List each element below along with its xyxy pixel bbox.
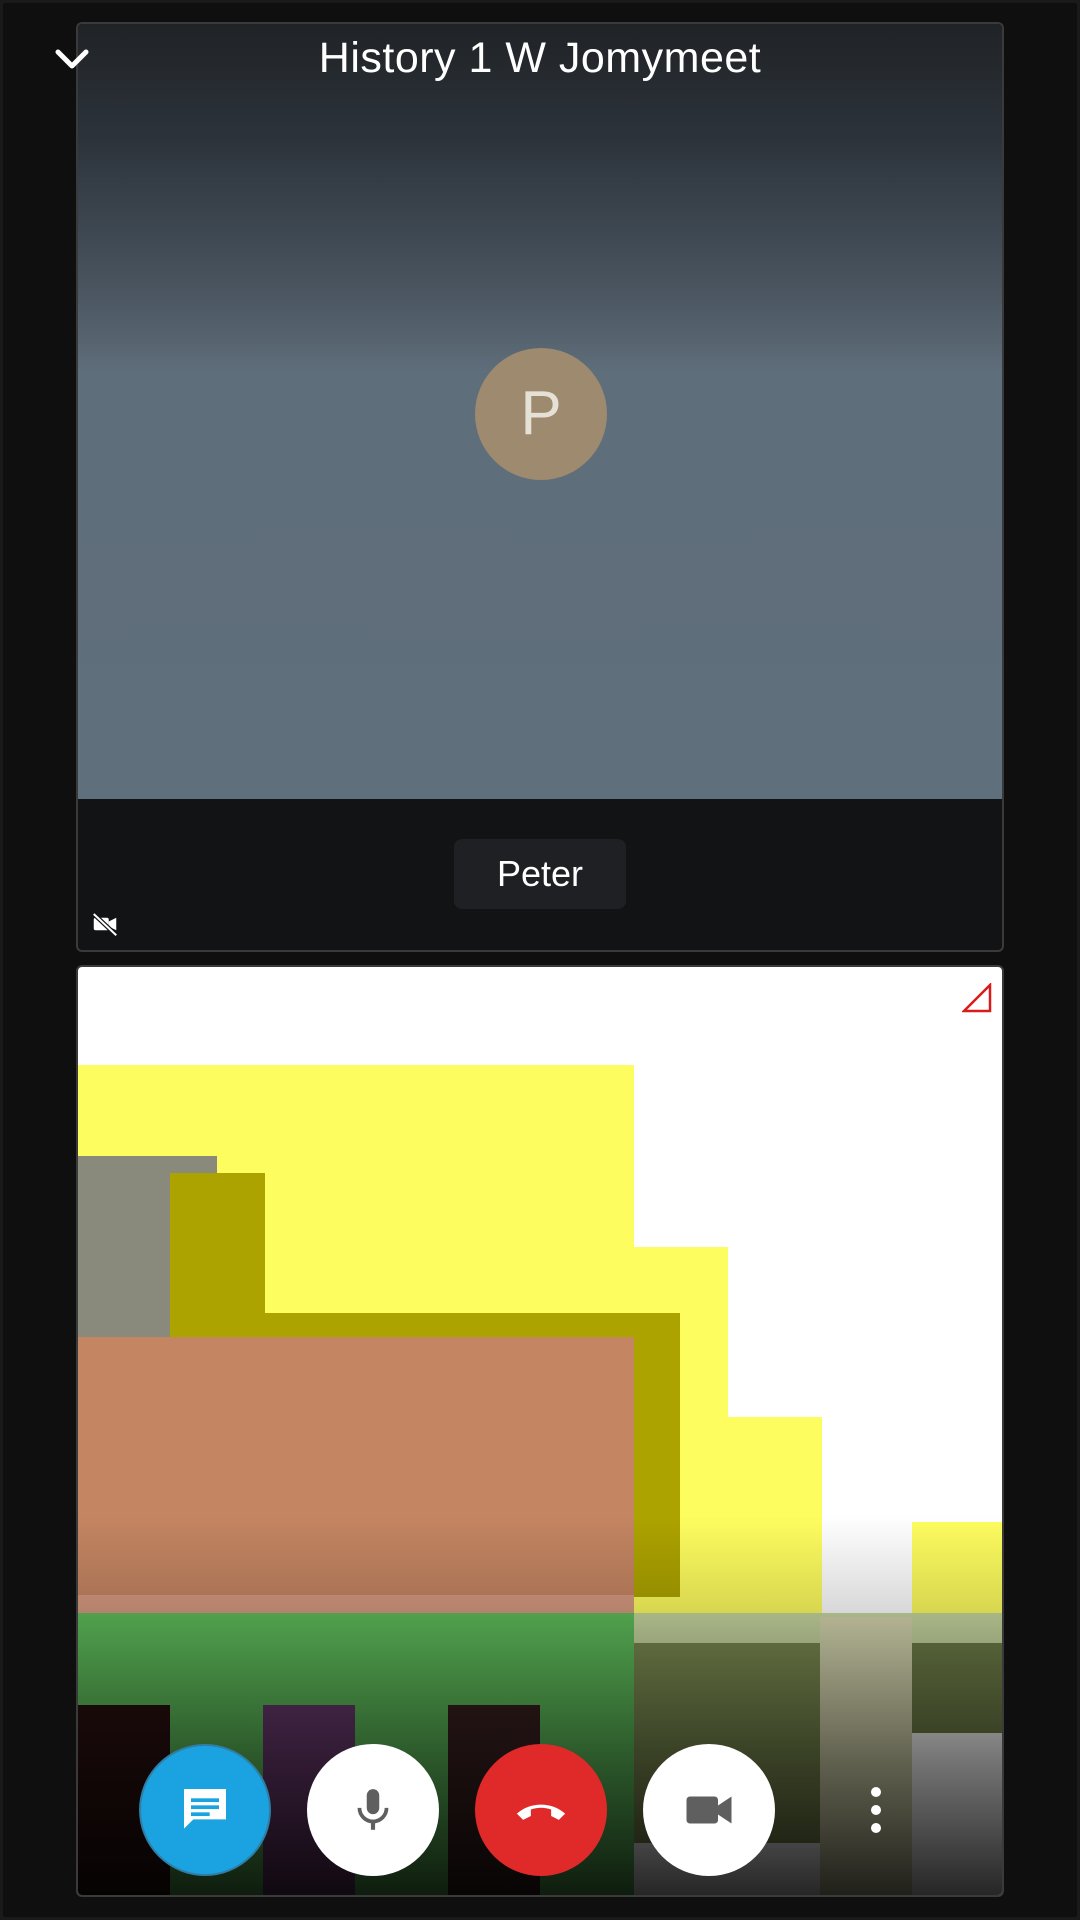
- video-off-icon: [92, 912, 118, 937]
- remote-participant-tile[interactable]: P Peter: [76, 22, 1004, 952]
- more-vertical-icon: [871, 1787, 881, 1833]
- connection-indicator-icon: [962, 983, 992, 1013]
- top-bar: History 1 W Jomymeet: [0, 0, 1080, 125]
- hangup-button[interactable]: [475, 1744, 607, 1876]
- call-controls: [0, 1742, 1080, 1878]
- more-options-button[interactable]: [846, 1744, 906, 1876]
- camera-icon: [686, 1796, 732, 1824]
- chat-button[interactable]: [139, 1744, 271, 1876]
- meeting-title: History 1 W Jomymeet: [318, 34, 762, 82]
- mic-icon: [357, 1789, 389, 1830]
- microphone-button[interactable]: [307, 1744, 439, 1876]
- chat-icon: [184, 1789, 226, 1829]
- avatar: P: [475, 348, 607, 480]
- camera-button[interactable]: [643, 1744, 775, 1876]
- hangup-icon: [516, 1804, 566, 1820]
- video-block: [217, 1173, 265, 1323]
- participant-name-label: Peter: [454, 839, 626, 909]
